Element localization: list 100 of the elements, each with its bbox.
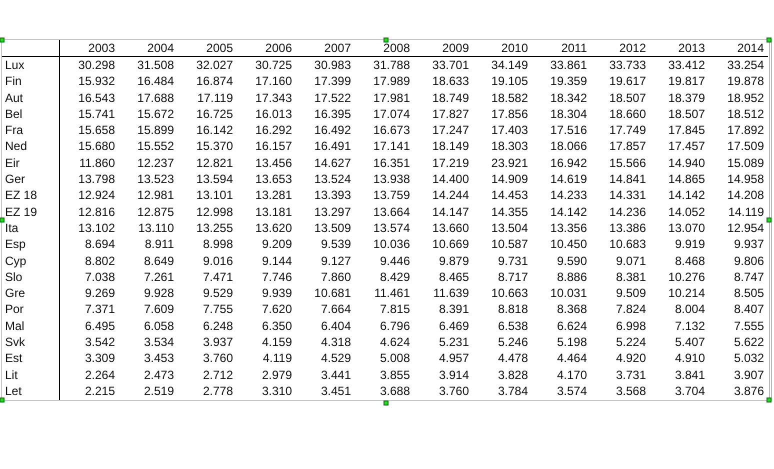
- resize-handle[interactable]: [766, 217, 772, 222]
- table-cell-text: 17.074: [372, 106, 411, 122]
- table-cell-text: 12.237: [136, 155, 175, 172]
- resize-handle[interactable]: [0, 38, 4, 42]
- table-cell: 15.680: [60, 138, 119, 156]
- table-cell: 2.264: [60, 366, 119, 384]
- table-cell-text: 6.350: [260, 318, 293, 334]
- table-cell-text: 14.331: [608, 188, 647, 204]
- table-cell-text: 19.105: [490, 74, 529, 90]
- table-cell-text: 18.342: [549, 90, 588, 106]
- row-label: Fra: [2, 122, 60, 139]
- table-cell-text: 18.149: [431, 138, 470, 156]
- table-cell-text: 17.343: [254, 90, 293, 106]
- resize-handle[interactable]: [383, 38, 388, 42]
- table-cell: 8.694: [60, 236, 119, 253]
- table-cell-text: 4.624: [378, 334, 411, 351]
- table-cell-text: 17.457: [667, 138, 706, 156]
- table-cell-text: 14.400: [431, 171, 470, 188]
- table-cell-text: 10.031: [549, 285, 588, 302]
- table-cell-text: 7.860: [320, 269, 352, 286]
- table-cell: 3.542: [60, 334, 119, 351]
- table-cell: 16.543: [60, 90, 119, 106]
- table-cell-text: 9.731: [496, 252, 529, 270]
- resize-handle[interactable]: [766, 38, 772, 42]
- table-cell-text: 7.609: [142, 302, 175, 318]
- column-header: 2013: [650, 40, 709, 57]
- resize-handle[interactable]: [766, 397, 772, 402]
- table-cell-text: 16.013: [254, 106, 293, 122]
- table-cell-text: 10.450: [549, 236, 588, 253]
- table-cell-text: 16.395: [313, 106, 352, 122]
- table-cell-text: 3.937: [202, 334, 234, 351]
- table-cell-text: 18.507: [608, 90, 647, 106]
- resize-handle[interactable]: [383, 400, 388, 406]
- table-cell-text: 7.664: [320, 302, 352, 318]
- table-cell-text: 17.981: [372, 90, 411, 106]
- table-cell-text: 13.759: [372, 188, 411, 204]
- table-cell-text: 3.907: [732, 366, 765, 384]
- row-label: EZ 18: [2, 188, 60, 204]
- table-cell: 31.508: [119, 56, 178, 74]
- table-cell-text: 13.509: [313, 220, 352, 237]
- table-cell-text: 3.760: [202, 350, 234, 367]
- table-cell: 13.798: [60, 171, 119, 188]
- table-cell: 9.269: [60, 285, 119, 302]
- resize-handle[interactable]: [0, 217, 4, 222]
- table-cell-text: 5.231: [438, 334, 470, 351]
- table-cell-text: 3.841: [674, 366, 706, 384]
- table-cell-text: 14.865: [667, 171, 706, 188]
- table-cell-text: 13.660: [431, 220, 470, 237]
- table-cell-text: 3.704: [674, 383, 706, 400]
- table-cell-text: 3.441: [320, 366, 352, 384]
- table-cell-text: 14.236: [608, 204, 647, 220]
- table-cell-text: 15.370: [195, 138, 234, 156]
- table-cell-text: 9.919: [674, 236, 706, 253]
- table-cell-text: 13.938: [372, 171, 411, 188]
- table-cell-text: 13.070: [667, 220, 706, 237]
- table-cell-text: 8.747: [732, 269, 765, 286]
- table-cell-text: 7.746: [260, 269, 293, 286]
- table-cell-text: 2.519: [142, 383, 175, 400]
- resize-handle[interactable]: [0, 397, 4, 402]
- table-cell-text: 7.824: [614, 302, 647, 318]
- table-cell-text: 17.845: [667, 122, 706, 139]
- row-label: Lit: [2, 366, 60, 384]
- table-cell-text: 8.381: [614, 269, 647, 286]
- table-cell-text: 4.170: [556, 366, 588, 384]
- table-cell-text: 13.523: [136, 171, 175, 188]
- table-cell-text: 15.672: [136, 106, 175, 122]
- table-cell: 7.371: [60, 302, 119, 318]
- table-cell: 30.725: [237, 56, 296, 74]
- table-cell-text: 6.469: [438, 318, 470, 334]
- table-cell: 34.149: [473, 56, 532, 74]
- table-cell-text: 6.538: [496, 318, 529, 334]
- table-cell-text: 3.451: [320, 383, 352, 400]
- table-cell-text: 8.407: [732, 302, 765, 318]
- table-cell-text: 7.620: [260, 302, 293, 318]
- table-cell-text: 12.954: [726, 220, 765, 237]
- table-cell-text: 14.355: [490, 204, 529, 220]
- table-cell-text: 13.620: [254, 220, 293, 237]
- column-header: 2011: [532, 40, 591, 57]
- table-cell-text: 13.524: [313, 171, 352, 188]
- table-cell-text: 15.899: [136, 122, 175, 139]
- table-cell-text: 8.429: [378, 269, 411, 286]
- table-cell-text: 17.827: [431, 106, 470, 122]
- table-cell-text: 14.233: [549, 188, 588, 204]
- table-cell-text: 7.471: [202, 269, 234, 286]
- table-cell-text: 13.393: [313, 188, 352, 204]
- table-cell: 30.983: [296, 56, 355, 74]
- table-cell-text: 3.574: [556, 383, 588, 400]
- table-cell-text: 14.909: [490, 171, 529, 188]
- table-cell-text: 7.815: [378, 302, 411, 318]
- table-cell-text: 13.653: [254, 171, 293, 188]
- table-cell-text: 10.587: [490, 236, 529, 253]
- table-cell-text: 3.914: [438, 366, 470, 384]
- table-cell-text: 13.664: [372, 204, 411, 220]
- table-cell-text: 13.356: [549, 220, 588, 237]
- table-cell-text: 18.066: [549, 138, 588, 156]
- table-cell: 33.254: [709, 56, 768, 74]
- table-cell-text: 10.276: [667, 269, 706, 286]
- table-cell-text: 3.828: [496, 366, 529, 384]
- table-cell-text: 6.796: [378, 318, 411, 334]
- table-cell: 15.932: [60, 74, 119, 90]
